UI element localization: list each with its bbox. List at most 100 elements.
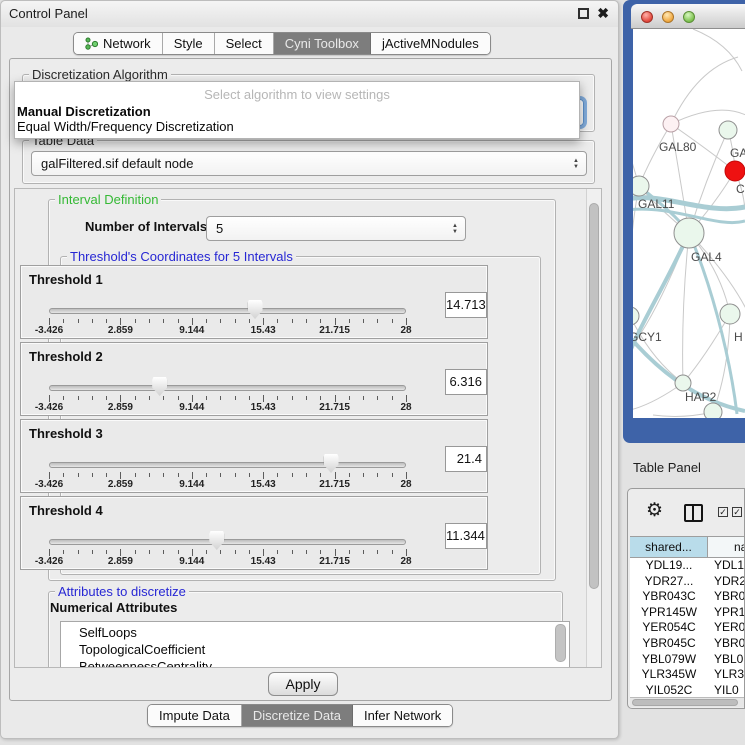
slider-tick (220, 319, 221, 323)
table-row[interactable]: YDR27...YDR2 (630, 574, 745, 590)
tab-cyni-toolbox[interactable]: Cyni Toolbox (274, 33, 371, 54)
tab-style[interactable]: Style (163, 33, 215, 54)
split-view-icon[interactable] (684, 504, 703, 522)
slider-tick (120, 549, 121, 556)
network-edge[interactable] (633, 109, 639, 186)
network-canvas[interactable]: GAL80GACGAL11GAL4GCY1HHAP2 (633, 29, 745, 418)
table-row[interactable]: YIL052CYIL0 (630, 683, 745, 697)
network-node-red[interactable] (725, 161, 745, 181)
threshold-value-field[interactable]: 6.316 (445, 369, 487, 395)
slider-tick (392, 550, 393, 554)
threshold-value-field[interactable]: 11.344 (445, 523, 487, 549)
group-title-discretization-algorithm: Discretization Algorithm (29, 67, 171, 82)
table-row[interactable]: YBR045CYBR0 (630, 636, 745, 652)
slider-tick-label: 2.859 (108, 556, 133, 567)
number-of-intervals-label: Number of Intervals (85, 219, 207, 234)
column-header-shared-name[interactable]: shared... (630, 537, 708, 557)
slider-tick (163, 396, 164, 400)
algorithm-option-manual-discretization[interactable]: Manual Discretization (15, 104, 579, 119)
tab-impute-data[interactable]: Impute Data (148, 705, 242, 726)
slider-tick (78, 396, 79, 400)
tab-jactivemnodules[interactable]: jActiveMNodules (371, 33, 490, 54)
network-edge[interactable] (683, 233, 689, 383)
network-edge[interactable] (693, 29, 742, 71)
slider-tick (135, 319, 136, 323)
table-data-combobox[interactable]: galFiltered.sif default node ▲▼ (31, 151, 587, 176)
slider-tick (106, 550, 107, 554)
slider-tick (92, 319, 93, 323)
slider-track[interactable] (49, 462, 406, 468)
checkbox-icon[interactable]: ✓ (732, 507, 742, 517)
network-node-green[interactable] (675, 375, 691, 391)
cell-shared-name: YBR045C (630, 636, 708, 652)
slider-tick-label: 28 (400, 402, 411, 413)
mac-zoom-icon[interactable] (683, 11, 695, 23)
slider-tick (163, 550, 164, 554)
attribute-item-topologicalcoefficient[interactable]: TopologicalCoefficient (79, 641, 569, 658)
threshold-value-field[interactable]: 21.4 (445, 446, 487, 472)
network-edge[interactable] (671, 110, 745, 124)
network-edge[interactable] (683, 314, 730, 383)
slider-track[interactable] (49, 308, 406, 314)
mac-minimize-icon[interactable] (662, 11, 674, 23)
column-header-name[interactable]: na (708, 537, 745, 557)
table-horizontal-scrollbar[interactable] (630, 697, 745, 707)
viewport-scrollbar-track[interactable] (586, 189, 601, 667)
network-edge[interactable] (671, 57, 738, 124)
table-row[interactable]: YBL079WYBL0 (630, 652, 745, 668)
threshold-value-field[interactable]: 14.713 (445, 292, 487, 318)
slider-tick (192, 395, 193, 402)
number-of-intervals-combobox[interactable]: 5 ▲▼ (206, 216, 466, 241)
table-row[interactable]: YPR145WYPR1 (630, 605, 745, 621)
slider-tick-label: 28 (400, 479, 411, 490)
apply-button[interactable]: Apply (268, 672, 338, 696)
slider-track[interactable] (49, 385, 406, 391)
combo-stepper-icon: ▲▼ (573, 152, 579, 175)
slider-tick-label: 9.144 (179, 556, 204, 567)
slider-thumb[interactable] (152, 377, 167, 396)
table-row[interactable]: YDL19...YDL1 (630, 558, 745, 574)
slider-tick (249, 396, 250, 400)
mac-close-icon[interactable] (641, 11, 653, 23)
viewport-scrollbar-thumb[interactable] (589, 203, 599, 589)
slider-track[interactable] (49, 539, 406, 545)
table-row[interactable]: YBR043CYBR0 (630, 589, 745, 605)
network-edge[interactable] (633, 383, 683, 411)
close-icon[interactable]: ✖ (597, 5, 609, 22)
network-node-green[interactable] (704, 403, 722, 418)
numerical-attributes-list[interactable]: SelfLoopsTopologicalCoefficientBetweenne… (60, 621, 570, 668)
gear-icon[interactable]: ⚙ (646, 499, 663, 522)
slider-tick (120, 472, 121, 479)
algorithm-placeholder: Select algorithm to view settings (15, 87, 579, 102)
network-window-titlebar (631, 4, 745, 29)
attribute-item-selfloops[interactable]: SelfLoops (79, 624, 569, 641)
slider-thumb[interactable] (248, 300, 263, 319)
table-row[interactable]: YER054CYER0 (630, 620, 745, 636)
checkbox-icon[interactable]: ✓ (718, 507, 728, 517)
float-window-icon[interactable] (578, 8, 589, 19)
algorithm-option-equal-width-frequency-discretization[interactable]: Equal Width/Frequency Discretization (15, 119, 579, 134)
slider-tick (335, 472, 336, 479)
tab-network[interactable]: Network (74, 33, 163, 54)
attributes-list-scrollbar[interactable] (555, 624, 566, 662)
tab-infer-network[interactable]: Infer Network (353, 705, 452, 726)
table-rows: YDL19...YDL1YDR27...YDR2YBR043CYBR0YPR14… (630, 558, 745, 697)
slider-thumb[interactable] (324, 454, 339, 473)
network-node-pink[interactable] (663, 116, 679, 132)
tab-discretize-data[interactable]: Discretize Data (242, 705, 353, 726)
slider-tick (335, 549, 336, 556)
network-node-green[interactable] (633, 176, 649, 196)
slider-tick (178, 319, 179, 323)
network-node-green[interactable] (674, 218, 704, 248)
slider-tick (220, 396, 221, 400)
network-node-green[interactable] (633, 307, 639, 325)
slider-tick (277, 319, 278, 323)
table-hscroll-thumb[interactable] (632, 699, 738, 706)
slider-thumb[interactable] (209, 531, 224, 550)
network-node-green[interactable] (720, 304, 740, 324)
cell-shared-name: YBL079W (630, 652, 708, 668)
attribute-item-betweennesscentrality[interactable]: BetweennessCentrality (79, 658, 569, 668)
network-node-green[interactable] (719, 121, 737, 139)
tab-select[interactable]: Select (215, 33, 274, 54)
table-row[interactable]: YLR345WYLR3 (630, 667, 745, 683)
